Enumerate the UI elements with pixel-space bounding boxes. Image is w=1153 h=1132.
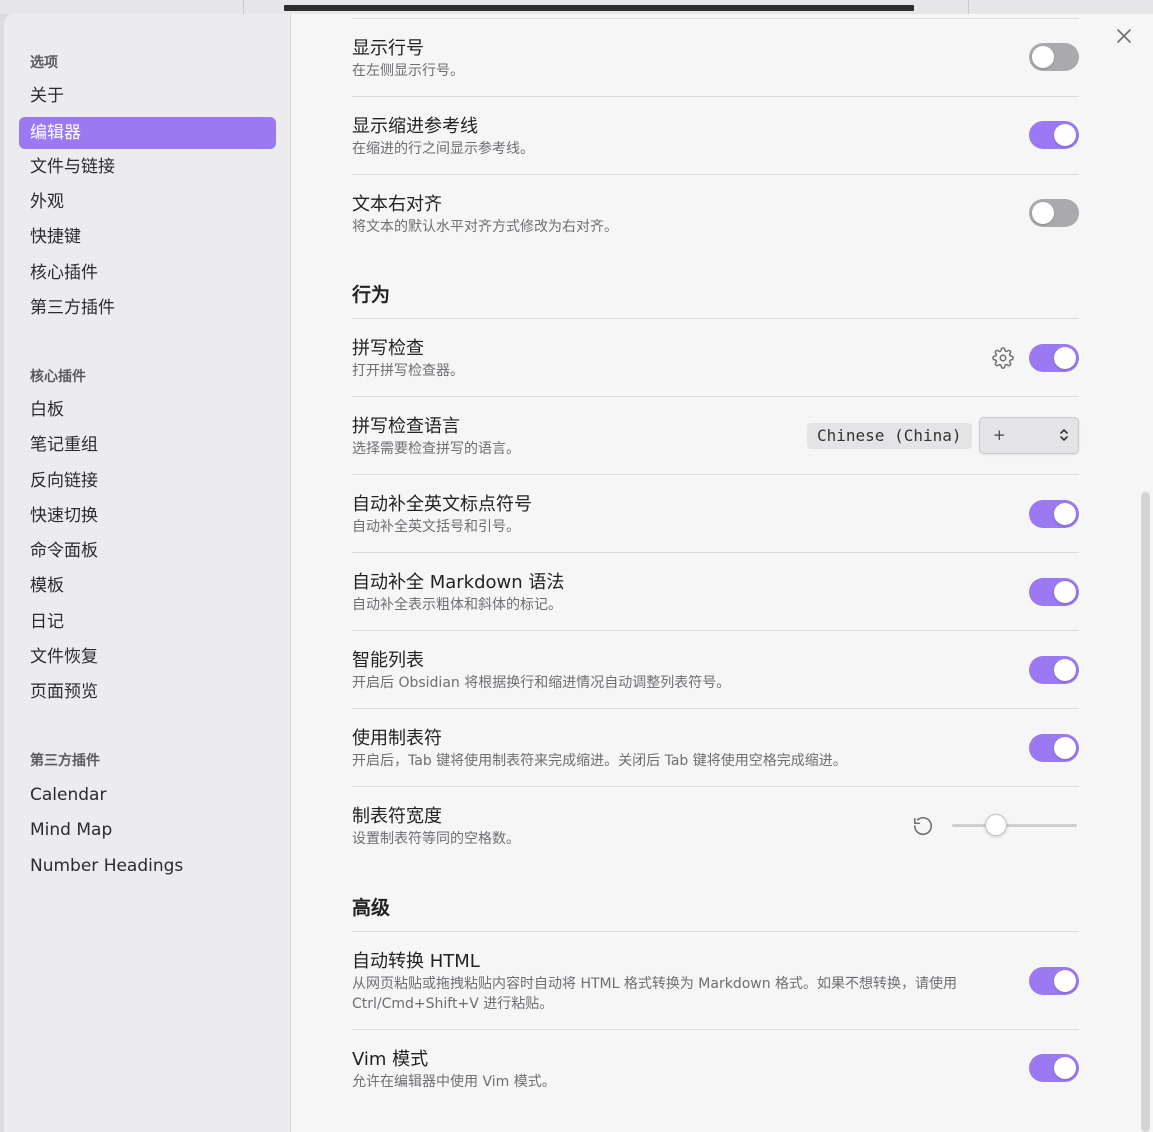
setting-desc-show-line-number: 在左侧显示行号。 [352, 63, 464, 79]
sidebar-item-daily-notes[interactable]: 日记 [19, 606, 276, 638]
settings-sidebar: 选项 关于 编辑器 文件与链接 外观 快捷键 核心插件 第三方插件 核心插件 白… [4, 14, 291, 1132]
select-value: + [993, 426, 1006, 444]
section-heading-advanced: 高级 [352, 897, 391, 919]
content-scrollbar[interactable] [1141, 492, 1150, 1132]
toggle-knob [1054, 659, 1076, 681]
chevron-updown-icon [1060, 429, 1068, 441]
toggle-knob [1032, 202, 1054, 224]
setting-title-show-line-number: 显示行号 [352, 38, 424, 59]
setting-desc-spellcheck: 打开拼写检查器。 [352, 363, 464, 379]
sidebar-item-appearance[interactable]: 外观 [19, 186, 276, 218]
settings-modal: 选项 关于 编辑器 文件与链接 外观 快捷键 核心插件 第三方插件 核心插件 白… [4, 14, 1153, 1132]
sidebar-item-backlinks[interactable]: 反向链接 [19, 465, 276, 497]
row-divider [352, 1029, 1079, 1030]
sidebar-item-mind-map[interactable]: Mind Map [19, 814, 276, 846]
sidebar-heading-options: 选项 [30, 55, 58, 71]
setting-title-spellcheck-languages: 拼写检查语言 [352, 416, 460, 437]
toggle-smart-lists[interactable] [1029, 656, 1079, 684]
sidebar-item-canvas[interactable]: 白板 [19, 394, 276, 426]
toggle-knob [1054, 347, 1076, 369]
row-divider [352, 786, 1079, 787]
sidebar-item-core-plugins[interactable]: 核心插件 [19, 257, 276, 289]
setting-desc-indent-guides: 在缩进的行之间显示参考线。 [352, 141, 534, 157]
setting-title-auto-convert-html: 自动转换 HTML [352, 951, 480, 972]
toggle-knob [1054, 1057, 1076, 1079]
toggle-use-tabs[interactable] [1029, 734, 1079, 762]
toggle-knob [1054, 581, 1076, 603]
divider [968, 0, 969, 14]
setting-desc-auto-convert-html: 从网页粘贴或拖拽粘贴内容时自动将 HTML 格式转换为 Markdown 格式。… [352, 976, 958, 1012]
setting-desc-smart-lists: 开启后 Obsidian 将根据换行和缩进情况自动调整列表符号。 [352, 675, 731, 691]
setting-desc-use-tabs: 开启后，Tab 键将使用制表符来完成缩进。关闭后 Tab 键将使用空格完成缩进。 [352, 753, 847, 769]
setting-title-rtl: 文本右对齐 [352, 194, 442, 215]
toggle-auto-pair-brackets[interactable] [1029, 500, 1079, 528]
row-divider [352, 318, 1079, 319]
setting-title-use-tabs: 使用制表符 [352, 728, 442, 749]
background-editor-bar [284, 5, 914, 11]
setting-desc-vim-mode: 允许在编辑器中使用 Vim 模式。 [352, 1074, 556, 1090]
spellcheck-language-select[interactable]: + [979, 417, 1079, 454]
toggle-auto-pair-markdown[interactable] [1029, 578, 1079, 606]
sidebar-heading-community-plugins: 第三方插件 [30, 753, 100, 769]
setting-title-auto-pair-brackets: 自动补全英文标点符号 [352, 494, 532, 515]
sidebar-item-hotkeys[interactable]: 快捷键 [19, 221, 276, 253]
setting-title-indent-guides: 显示缩进参考线 [352, 116, 478, 137]
toggle-knob [1054, 124, 1076, 146]
tab-size-slider-track[interactable] [952, 824, 1077, 827]
sidebar-item-editor[interactable]: 编辑器 [19, 117, 276, 149]
gear-icon[interactable] [991, 346, 1015, 370]
sidebar-item-page-preview[interactable]: 页面预览 [19, 676, 276, 708]
sidebar-heading-core-plugins: 核心插件 [30, 369, 86, 385]
row-divider [352, 931, 1079, 932]
setting-desc-auto-pair-markdown: 自动补全表示粗体和斜体的标记。 [352, 597, 562, 613]
toggle-rtl[interactable] [1029, 199, 1079, 227]
row-divider [352, 708, 1079, 709]
sidebar-item-note-composer[interactable]: 笔记重组 [19, 429, 276, 461]
toggle-show-line-number[interactable] [1029, 43, 1079, 71]
section-heading-behavior: 行为 [352, 284, 391, 306]
close-icon[interactable] [1112, 24, 1136, 48]
reset-icon[interactable] [911, 814, 935, 838]
toggle-knob [1054, 970, 1076, 992]
setting-title-spellcheck: 拼写检查 [352, 338, 424, 359]
sidebar-item-calendar[interactable]: Calendar [19, 779, 276, 811]
row-divider [352, 396, 1079, 397]
toggle-auto-convert-html[interactable] [1029, 967, 1079, 995]
toggle-knob [1054, 737, 1076, 759]
setting-title-vim-mode: Vim 模式 [352, 1049, 429, 1070]
sidebar-item-number-headings[interactable]: Number Headings [19, 850, 276, 882]
spellcheck-language-chip[interactable]: Chinese (China) [807, 423, 972, 449]
sidebar-item-files-links[interactable]: 文件与链接 [19, 151, 276, 183]
divider [243, 0, 244, 14]
setting-desc-auto-pair-brackets: 自动补全英文括号和引号。 [352, 519, 520, 535]
setting-title-tab-size: 制表符宽度 [352, 806, 442, 827]
row-divider [352, 474, 1079, 475]
sidebar-item-command-palette[interactable]: 命令面板 [19, 535, 276, 567]
toggle-spellcheck[interactable] [1029, 344, 1079, 372]
tab-size-slider-thumb[interactable] [984, 814, 1007, 836]
app-background-strip [0, 0, 1153, 14]
sidebar-item-about[interactable]: 关于 [19, 80, 276, 112]
toggle-knob [1032, 46, 1054, 68]
sidebar-item-quick-switcher[interactable]: 快速切换 [19, 500, 276, 532]
toggle-indent-guides[interactable] [1029, 121, 1079, 149]
sidebar-item-file-recovery[interactable]: 文件恢复 [19, 641, 276, 673]
row-divider [352, 18, 1079, 19]
toggle-knob [1054, 503, 1076, 525]
row-divider [352, 174, 1079, 175]
toggle-vim-mode[interactable] [1029, 1054, 1079, 1082]
settings-content: 显示行号 在左侧显示行号。 显示缩进参考线 在缩进的行之间显示参考线。 文本右对… [292, 14, 1142, 1132]
setting-title-auto-pair-markdown: 自动补全 Markdown 语法 [352, 572, 565, 593]
row-divider [352, 96, 1079, 97]
row-divider [352, 630, 1079, 631]
setting-desc-rtl: 将文本的默认水平对齐方式修改为右对齐。 [352, 219, 618, 235]
row-divider [352, 552, 1079, 553]
setting-title-smart-lists: 智能列表 [352, 650, 424, 671]
sidebar-item-community-plugins[interactable]: 第三方插件 [19, 292, 276, 324]
sidebar-item-templates[interactable]: 模板 [19, 570, 276, 602]
